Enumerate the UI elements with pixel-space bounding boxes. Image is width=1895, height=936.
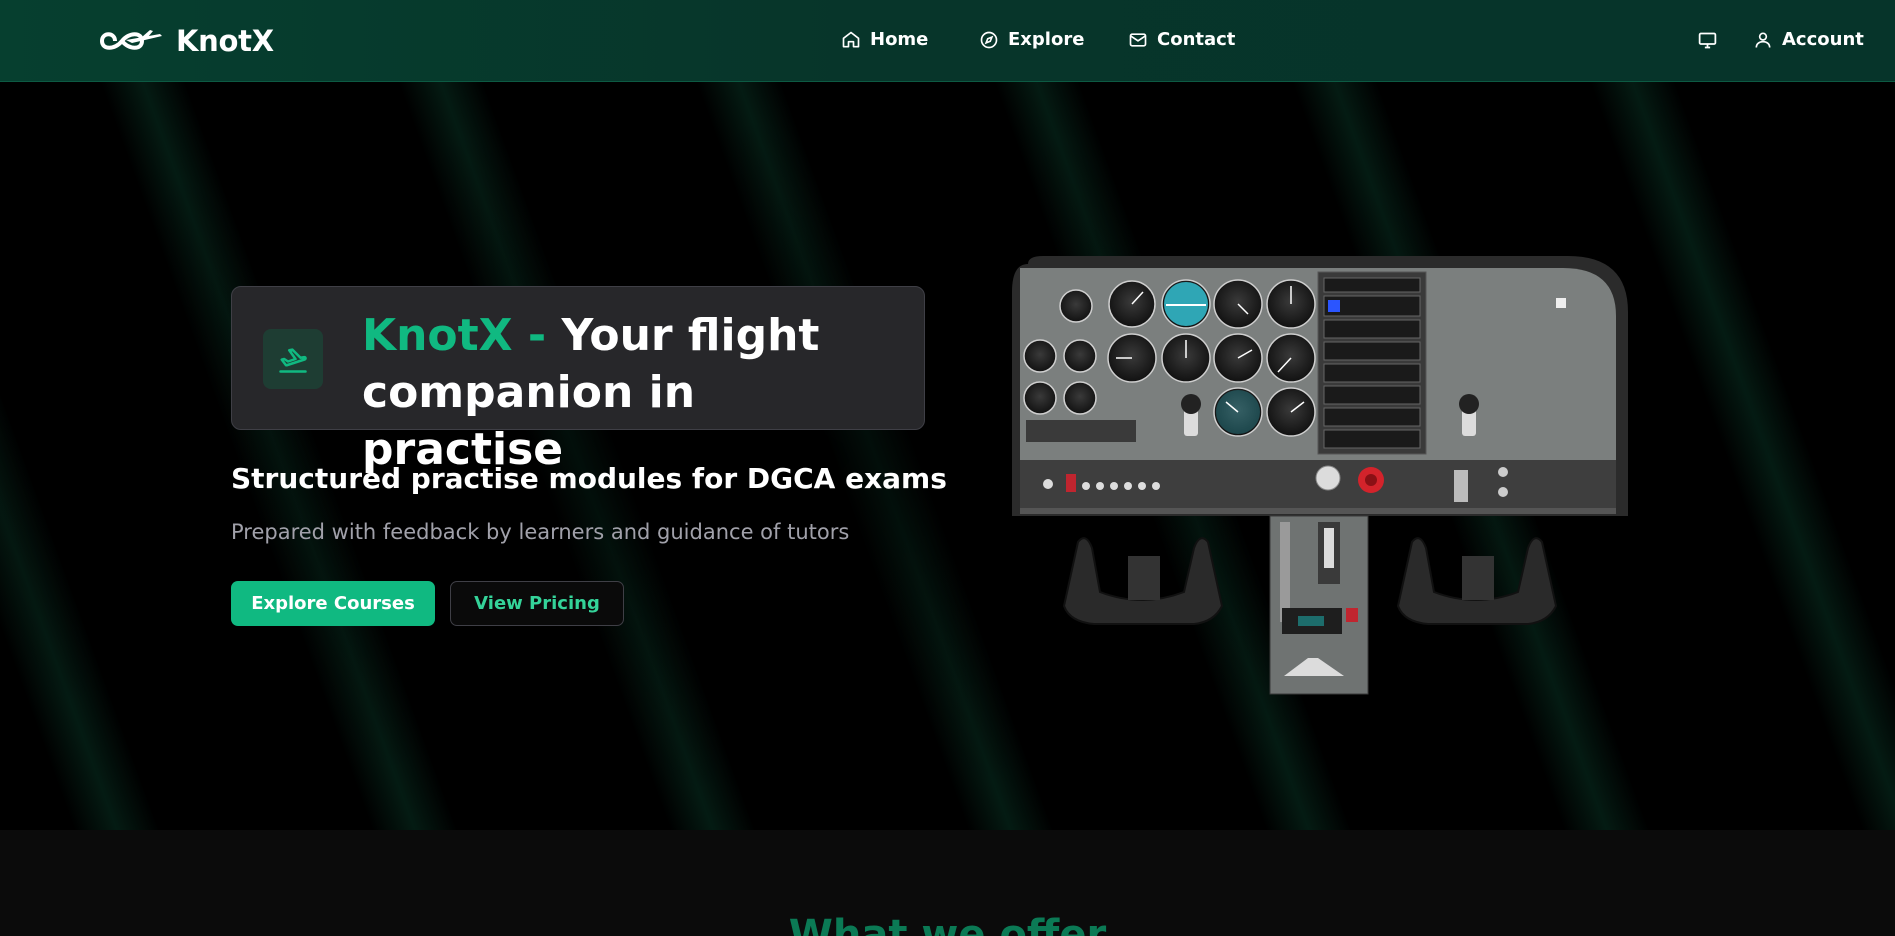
hero-title-card: KnotX - Your flight companion in practis… [231,286,925,475]
account-label: Account [1782,29,1864,50]
user-icon [1755,31,1771,48]
nav-home[interactable]: Home [841,29,928,50]
home-icon [842,31,860,48]
nav-contact-label: Contact [1157,29,1236,50]
nav-home-label: Home [870,29,929,50]
offer-title: What we offer [788,912,1107,936]
nav-explore-label: Explore [1008,29,1085,50]
hero-tagline: Prepared with feedback by learners and g… [231,520,850,544]
cockpit-illustration [1012,256,1628,695]
hero-subheading: Structured practise modules for DGCA exa… [231,462,947,495]
hero-title-brand: KnotX [362,310,513,361]
infinity-logo-icon [99,30,162,50]
plane-takeoff-icon [279,348,307,373]
nav-explore[interactable]: Explore [979,29,1084,50]
hero-title-dash: - [512,310,562,361]
title-icon-box [263,329,323,389]
view-pricing-button[interactable]: View Pricing [450,581,624,626]
top-navbar: KnotX Home Explore Contact Account [0,0,1895,82]
nav-account[interactable]: Account [1753,29,1864,50]
offer-section: What we offer [0,830,1895,936]
explore-courses-button[interactable]: Explore Courses [231,581,435,626]
hero-title: KnotX - Your flight companion in practis… [362,307,902,478]
mail-icon [1129,32,1147,47]
brand-name: KnotX [176,24,274,58]
compass-icon [980,31,998,48]
nav-contact[interactable]: Contact [1128,29,1235,50]
monitor-icon[interactable] [1697,30,1718,51]
brand-logo[interactable]: KnotX [98,24,274,58]
